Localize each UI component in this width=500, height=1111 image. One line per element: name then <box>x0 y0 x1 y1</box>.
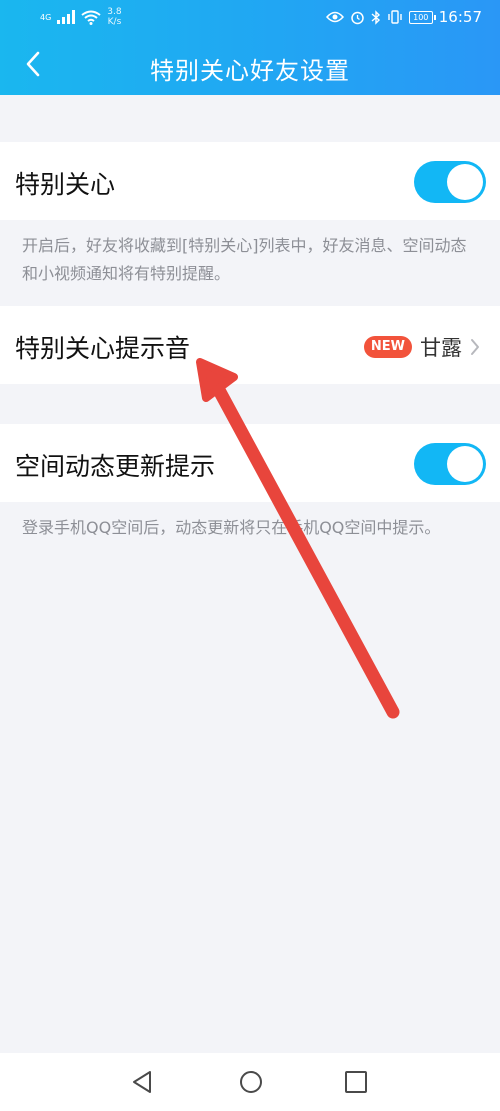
page-title: 特别关心好友设置 <box>150 57 350 85</box>
wifi-icon <box>81 10 101 25</box>
toggle-knob <box>447 164 483 200</box>
vibrate-icon <box>388 10 402 24</box>
toggle-knob <box>447 446 483 482</box>
eye-icon <box>325 11 344 23</box>
net-speed: 3.8 K/s <box>107 7 121 27</box>
recents-square-icon[interactable] <box>341 1067 371 1097</box>
new-badge: NEW <box>363 336 412 358</box>
qzone-update-toggle[interactable] <box>414 443 486 485</box>
ringtone-value: 甘露 <box>420 336 462 360</box>
chevron-right-icon <box>471 339 479 355</box>
special-care-description: 开启后，好友将收藏到[特别关心]列表中，好友消息、空间动态和小视频通知将有特别提… <box>22 236 467 283</box>
ringtone-label: 特别关心提示音 <box>15 334 191 363</box>
network-type: 4G <box>40 12 52 22</box>
back-triangle-icon[interactable] <box>128 1067 158 1097</box>
net-speed-unit: K/s <box>107 17 122 27</box>
qzone-update-label: 空间动态更新提示 <box>15 452 216 481</box>
home-circle-icon[interactable] <box>236 1067 266 1097</box>
signal-icon <box>57 10 76 24</box>
battery-icon: 100 <box>408 10 436 24</box>
qzone-update-description: 登录手机QQ空间后，动态更新将只在手机QQ空间中提示。 <box>22 518 441 537</box>
system-nav-bar <box>0 1053 500 1111</box>
special-care-row[interactable]: 特别关心 <box>0 142 500 220</box>
nav-bar: 特别关心好友设置 <box>0 34 500 95</box>
app-header: 4G 3.8 K/s 100 16:57 特别关心好友设置 <box>0 0 500 95</box>
special-care-label: 特别关心 <box>15 170 116 199</box>
special-care-toggle[interactable] <box>414 161 486 203</box>
alarm-icon <box>351 11 364 24</box>
status-bar: 4G 3.8 K/s 100 16:57 <box>0 0 500 34</box>
net-speed-value: 3.8 <box>107 7 122 17</box>
clock: 16:57 <box>438 8 482 26</box>
ringtone-row[interactable]: 特别关心提示音 NEW 甘露 <box>0 306 500 384</box>
bluetooth-icon <box>371 9 380 25</box>
qzone-update-row[interactable]: 空间动态更新提示 <box>0 424 500 502</box>
battery-level: 100 <box>413 12 429 22</box>
